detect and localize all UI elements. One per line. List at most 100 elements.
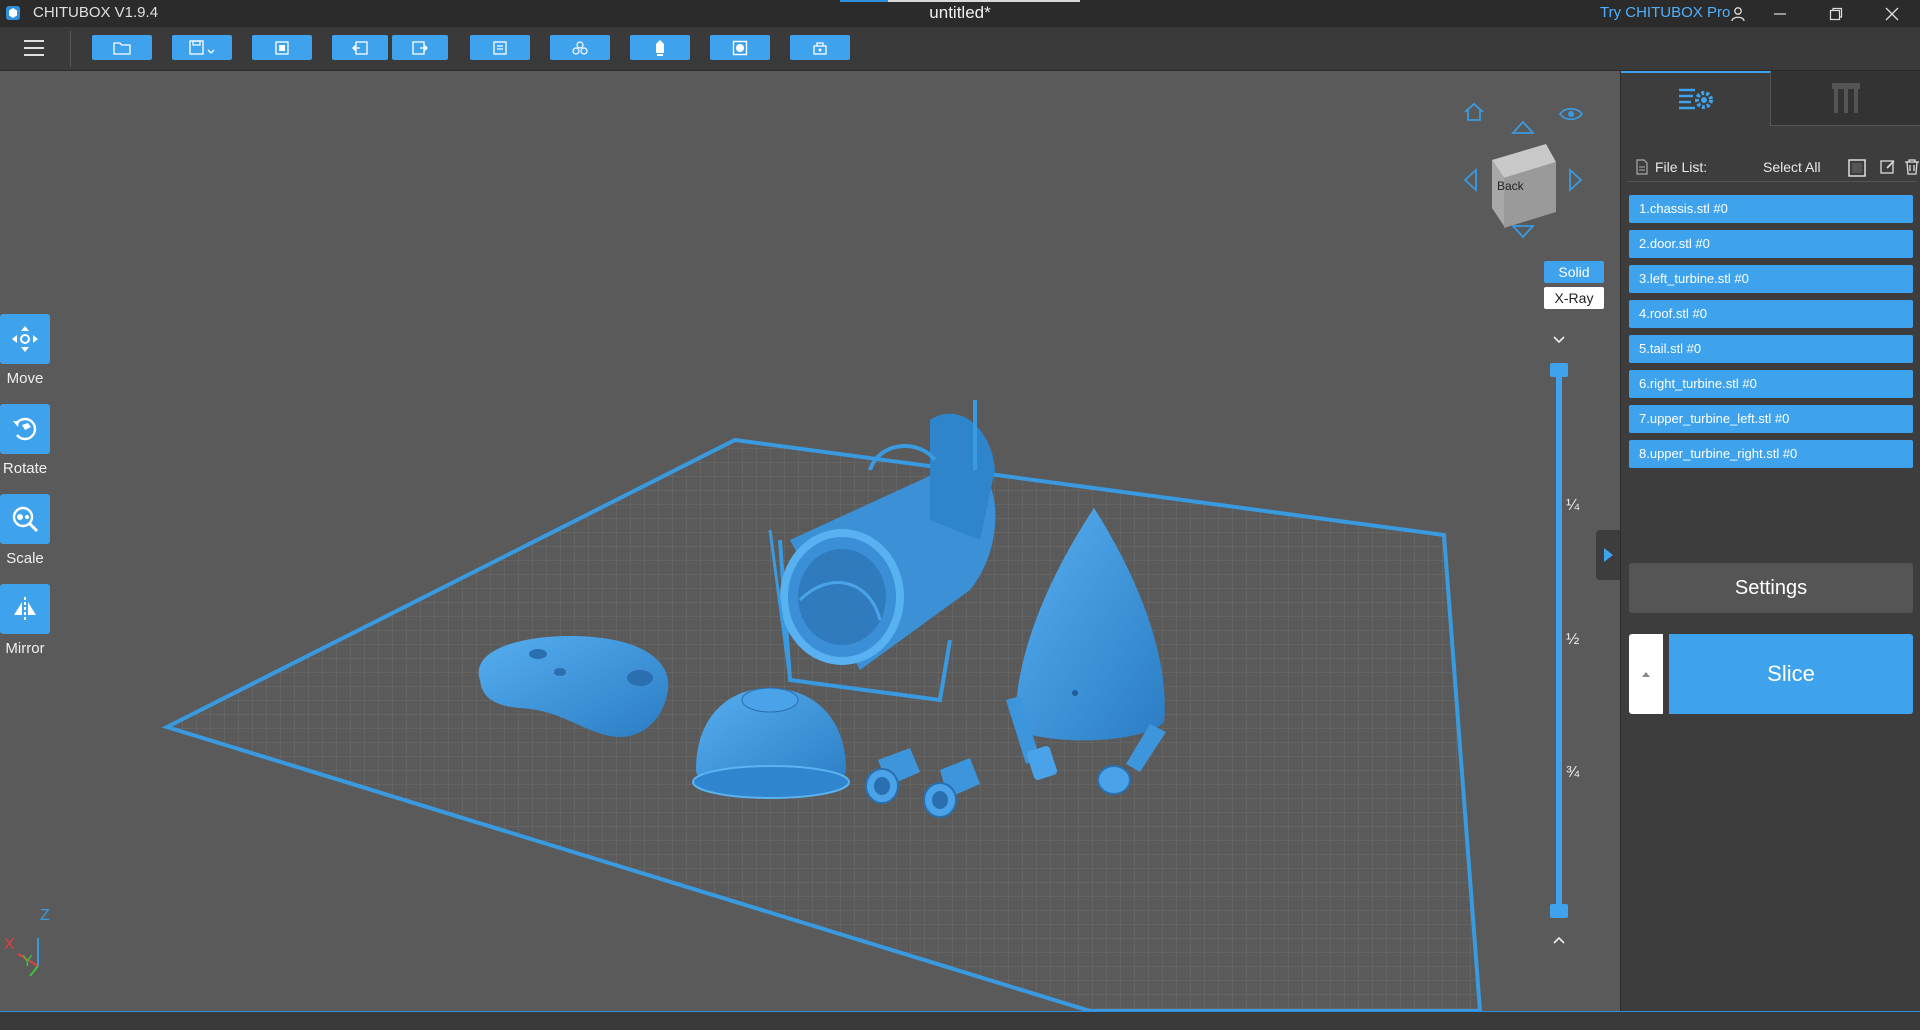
view-left-arrow-icon[interactable] <box>1462 167 1478 193</box>
app-title: CHITUBOX V1.9.4 <box>33 4 159 21</box>
scale-tool-label: Scale <box>6 550 44 567</box>
folder-icon <box>113 41 131 55</box>
move-icon <box>12 326 38 352</box>
file-icon <box>1636 159 1648 175</box>
move-tool[interactable]: Move <box>0 314 50 387</box>
axis-y-label: Y <box>22 953 33 970</box>
user-icon <box>1731 6 1745 21</box>
rotate-icon <box>13 417 37 441</box>
solid-view-button[interactable]: Solid <box>1544 261 1604 283</box>
rotate-tool-button[interactable] <box>0 404 50 454</box>
view-up-arrow-icon[interactable] <box>1510 119 1536 135</box>
eye-icon[interactable] <box>1558 105 1584 123</box>
axis-z-label: Z <box>40 907 50 924</box>
save-button[interactable] <box>172 35 232 60</box>
hollow-button[interactable] <box>710 35 770 60</box>
slice-button[interactable]: Slice <box>1669 634 1913 714</box>
layer-slider-bottom-handle[interactable] <box>1550 904 1568 918</box>
save-icon <box>189 39 215 55</box>
file-item-roof[interactable]: 4.roof.stl #0 <box>1629 300 1913 328</box>
trash-icon[interactable] <box>1903 158 1920 176</box>
try-pro-link[interactable]: Try CHITUBOX Pro <box>1600 4 1730 21</box>
settings-button[interactable]: Settings <box>1629 563 1913 613</box>
move-tool-button[interactable] <box>0 314 50 364</box>
rotate-tool[interactable]: Rotate <box>0 404 50 477</box>
chevron-up-icon[interactable] <box>1552 935 1566 945</box>
layer-slider-top-handle[interactable] <box>1550 363 1568 377</box>
file-item-right-turbine[interactable]: 6.right_turbine.stl #0 <box>1629 370 1913 398</box>
panel-collapse-tab[interactable] <box>1596 530 1620 580</box>
scale-tool-button[interactable] <box>0 494 50 544</box>
move-tool-label: Move <box>6 370 44 387</box>
hamburger-menu-icon <box>24 40 44 56</box>
duplicate-icon <box>572 40 588 55</box>
layout-icon <box>493 40 507 55</box>
tab-printer[interactable] <box>1771 71 1920 126</box>
select-all-checkbox[interactable] <box>1847 158 1867 178</box>
layer-tick-quarter: ¼ <box>1566 497 1580 514</box>
rotate-tool-label: Rotate <box>2 460 48 477</box>
duplicate-button[interactable] <box>550 35 610 60</box>
file-item-left-turbine[interactable]: 3.left_turbine.stl #0 <box>1629 265 1913 293</box>
redo-button[interactable] <box>392 35 448 60</box>
main-menu-button[interactable] <box>20 36 48 60</box>
layer-tick-half: ½ <box>1566 631 1580 648</box>
file-item-chassis[interactable]: 1.chassis.stl #0 <box>1629 195 1913 223</box>
dig-hole-icon <box>813 41 827 55</box>
status-bar <box>0 1011 1920 1030</box>
file-list-divider <box>1627 181 1917 182</box>
minimize-button[interactable] <box>1754 0 1806 27</box>
file-item-tail[interactable]: 5.tail.stl #0 <box>1629 335 1913 363</box>
restore-icon <box>1829 7 1843 20</box>
play-arrow-icon <box>1604 548 1613 562</box>
view-cube-face-label: Back <box>1497 179 1524 193</box>
home-view-icon[interactable] <box>1462 101 1486 123</box>
redo-icon <box>412 40 428 55</box>
layer-slider-track[interactable] <box>1556 367 1562 913</box>
build-plate-scene <box>17 144 1568 1011</box>
undo-button[interactable] <box>332 35 388 60</box>
file-item-upper-turbine-right[interactable]: 8.upper_turbine_right.stl #0 <box>1629 440 1913 468</box>
file-list-label: File List: <box>1655 159 1708 175</box>
view-right-arrow-icon[interactable] <box>1568 167 1584 193</box>
chevron-down-icon[interactable] <box>1552 335 1566 345</box>
dig-hole-button[interactable] <box>790 35 850 60</box>
select-all-label: Select All <box>1763 159 1821 175</box>
tab-file-settings[interactable] <box>1621 71 1771 126</box>
list-settings-icon <box>1678 88 1713 109</box>
minimize-icon <box>1774 12 1786 15</box>
right-panel: File List: Select All 1.chassis.stl #0 2… <box>1620 71 1920 1011</box>
scale-icon <box>12 506 39 533</box>
close-icon <box>1885 7 1899 20</box>
printer-icon <box>1832 83 1860 113</box>
document-tab-indicator <box>840 0 1080 2</box>
mirror-tool-label: Mirror <box>5 640 45 657</box>
screenshot-button[interactable] <box>252 35 312 60</box>
supports-button[interactable] <box>630 35 690 60</box>
mirror-tool-button[interactable] <box>0 584 50 634</box>
mirror-icon <box>14 597 36 621</box>
undo-icon <box>352 40 368 55</box>
restore-button[interactable] <box>1810 0 1862 27</box>
scale-tool[interactable]: Scale <box>0 494 50 567</box>
xray-view-button[interactable]: X-Ray <box>1544 287 1604 309</box>
title-bar: CHITUBOX V1.9.4 untitled* Try CHITUBOX P… <box>0 0 1920 27</box>
open-file-button[interactable] <box>92 35 152 60</box>
slice-options-button[interactable] <box>1629 634 1663 714</box>
panel-tabs <box>1621 71 1920 126</box>
main-toolbar <box>0 27 1920 71</box>
file-item-upper-turbine-left[interactable]: 7.upper_turbine_left.stl #0 <box>1629 405 1913 433</box>
layout-button[interactable] <box>470 35 530 60</box>
chitubox-logo-icon <box>6 6 20 20</box>
hollow-icon <box>732 40 748 55</box>
edit-icon[interactable] <box>1879 158 1897 176</box>
3d-viewport[interactable]: Z X Y Move Rotate Scale Mirror Back Soli… <box>0 71 1620 1011</box>
supports-icon <box>656 39 664 56</box>
file-item-door[interactable]: 2.door.stl #0 <box>1629 230 1913 258</box>
mirror-tool[interactable]: Mirror <box>0 584 50 657</box>
file-list-header: File List: Select All <box>1627 157 1919 182</box>
close-button[interactable] <box>1866 0 1918 27</box>
screenshot-icon <box>275 40 289 55</box>
slice-group: Slice <box>1629 634 1913 714</box>
view-down-arrow-icon[interactable] <box>1510 224 1536 240</box>
